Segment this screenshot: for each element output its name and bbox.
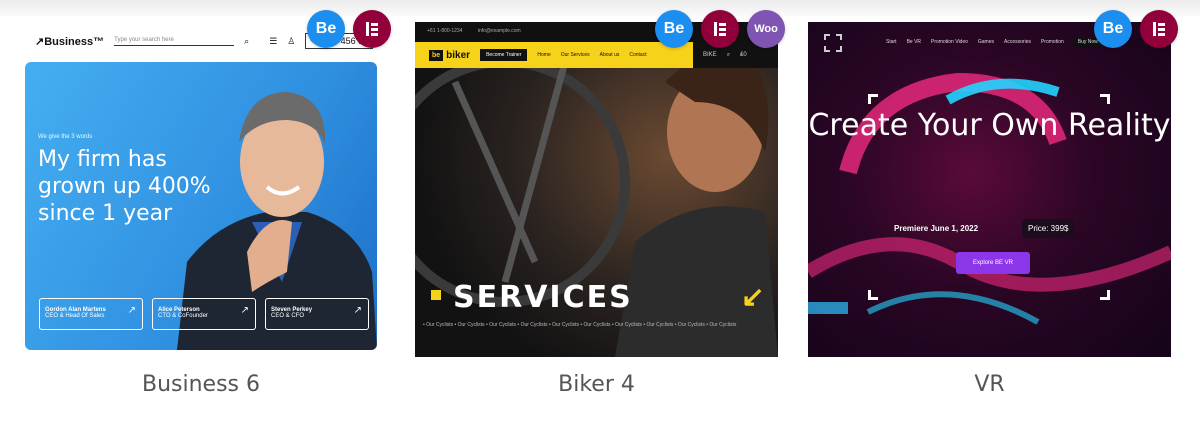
arrow-up-right-icon: ↗ [353, 305, 362, 316]
arrow-up-right-icon: ↗ [240, 305, 249, 316]
search-icon: ⌕ [244, 35, 250, 46]
hero-cta-button: Explore BE VR [956, 252, 1030, 274]
hero-buttons: Gordon Alan Martens CEO & Head Of Sales … [39, 298, 369, 330]
user-icon: ♙ [287, 35, 296, 46]
preview-nav-item: Promotion [1040, 39, 1064, 45]
preview-nav-item: Promotion Video [931, 39, 968, 45]
elementor-icon [353, 10, 391, 48]
hero-price: Price: 399$ [1022, 219, 1075, 238]
person-role: CEO & CFO [271, 313, 305, 319]
preview-nav-right-item: BIKE [703, 52, 717, 58]
frame-corner [1100, 290, 1110, 300]
preview-nav-item: Games [977, 39, 995, 45]
topbar-email: info@example.com [477, 28, 521, 34]
page-top-strip [0, 0, 1200, 16]
demo-card-vr[interactable]: Start Be VR Promotion Video Games Access… [808, 10, 1178, 402]
elementor-icon [1140, 10, 1178, 48]
betheme-badge: Be [1094, 10, 1132, 48]
person-role: CEO & Head Of Sales [45, 313, 105, 319]
preview-hero: We give the 3 words My firm has grown up… [25, 62, 377, 350]
elementor-icon [701, 10, 739, 48]
topbar-phone: +61 1-800-1234 [427, 28, 463, 34]
badge-group: Be [1094, 10, 1178, 48]
demo-card-biker-4[interactable]: +61 1-800-1234 info@example.com be biker… [415, 10, 785, 402]
arrow-up-right-icon: ↗ [127, 305, 136, 316]
preview-logo: be biker [429, 49, 471, 61]
preview-image: Start Be VR Promotion Video Games Access… [808, 22, 1171, 357]
preview-nav-item: Home [537, 52, 551, 58]
hero-person-button: Alice Peterson CTO & CoFounder ↗ [152, 298, 256, 330]
hero-headline: SERVICES [453, 280, 633, 315]
hero-headline: My firm has grown up 400% since 1 year [38, 147, 211, 226]
logo-mark: be [429, 49, 444, 61]
preview-nav-right-item: ₤0 [740, 52, 747, 58]
badge-group: Be Woo [655, 10, 785, 48]
demo-title[interactable]: VR [808, 372, 1171, 397]
vr-headset-photo [808, 72, 1171, 325]
preview-navbar: be biker Become Trainer Home Our Service… [415, 42, 693, 68]
preview-nav-button: Become Trainer [480, 49, 528, 61]
frame-corner [868, 290, 878, 300]
hero-eyebrow: We give the 3 words [38, 134, 93, 140]
betheme-badge: Be [655, 10, 693, 48]
demo-title[interactable]: Biker 4 [415, 372, 778, 397]
preview-nav-item: Accessories [1004, 39, 1031, 45]
demo-card-business-6[interactable]: ↗Business™ Type your search here ⌕ ☰ ♙ +… [25, 10, 391, 402]
person-role: CTO & CoFounder [158, 313, 208, 319]
woocommerce-badge: Woo [747, 10, 785, 48]
arrow-down-left-icon: ↙ [741, 281, 765, 312]
preview-nav-item: About us [599, 52, 620, 58]
badge-group: Be [307, 10, 391, 48]
preview-image: +61 1-800-1234 info@example.com be biker… [415, 22, 778, 357]
preview-nav-item: Start [886, 39, 897, 45]
menu-icon: ☰ [269, 35, 278, 46]
frame-corner [1100, 94, 1110, 104]
preview-nav-item: Contact [629, 52, 647, 58]
preview-logo: ↗Business™ [35, 35, 105, 48]
preview-search-field: Type your search here [114, 37, 235, 46]
hero-person-button: Steven Perkey CEO & CFO ↗ [265, 298, 369, 330]
betheme-badge: Be [307, 10, 345, 48]
logo-text: biker [446, 49, 471, 61]
hero-ticker: • Our Cyclists • Our Cyclists • Our Cycl… [423, 322, 737, 328]
hero-headline: Create Your Own Reality [808, 108, 1171, 143]
preview-nav-item: Be VR [906, 39, 922, 45]
hero-premiere: Premiere June 1, 2022 [894, 224, 979, 233]
search-icon: ⌕ [726, 51, 731, 58]
hero-person-button: Gordon Alan Martens CEO & Head Of Sales … [39, 298, 143, 330]
yellow-marker [431, 290, 441, 300]
preview-nav-item: Our Services [560, 52, 590, 58]
frame-corner [868, 94, 878, 104]
demo-title[interactable]: Business 6 [25, 372, 377, 397]
